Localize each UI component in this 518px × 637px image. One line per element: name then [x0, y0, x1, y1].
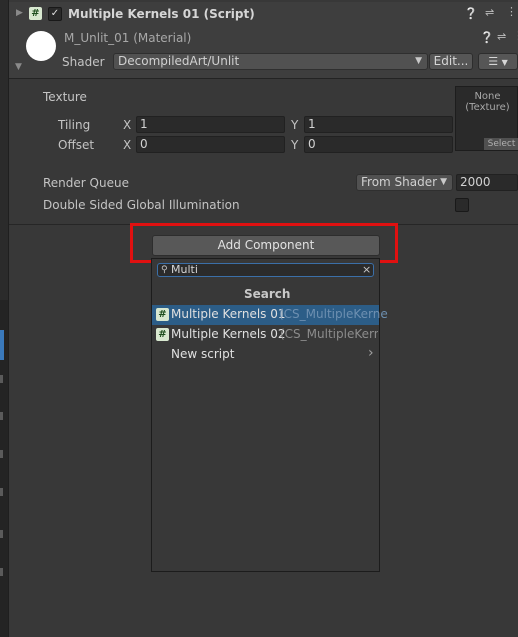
help-icon[interactable]: ❔	[464, 7, 478, 20]
render-queue-mode: From Shader	[361, 175, 438, 189]
texture-slot[interactable]: None (Texture) Select	[455, 86, 518, 151]
material-presets-icon[interactable]: ⇌	[497, 30, 506, 43]
material-header: ▼ M_Unlit_01 (Material) ❔ ⇌ ⋮ Shader Dec…	[9, 26, 518, 79]
double-sided-gi-label: Double Sided Global Illumination	[43, 198, 240, 212]
offset-y-field[interactable]: 0	[304, 136, 453, 153]
texture-label: Texture	[43, 90, 87, 104]
foldout-arrow-icon[interactable]: ▶	[16, 8, 23, 18]
result-name: Multiple Kernels 01	[171, 307, 286, 321]
texture-none-text: None	[474, 91, 501, 102]
script-component-title: Multiple Kernels 01 (Script)	[68, 7, 255, 21]
component-search-input[interactable]: ⚲ Multi ×	[157, 263, 374, 277]
chevron-down-icon: ▼	[440, 177, 447, 187]
render-queue-dropdown[interactable]: From Shader ▼	[356, 174, 453, 191]
popup-title: Search	[244, 287, 291, 301]
double-sided-gi-checkbox[interactable]	[455, 198, 469, 212]
script-icon: #	[156, 308, 169, 321]
chevron-down-icon: ▼	[415, 56, 422, 66]
material-name: M_Unlit_01 (Material)	[64, 31, 192, 45]
tiling-x-label: X	[123, 118, 132, 132]
render-queue-label: Render Queue	[43, 176, 129, 190]
chevron-down-icon: ▼	[501, 58, 508, 67]
render-queue-field[interactable]: 2000	[456, 174, 518, 191]
hierarchy-selection-marker	[0, 330, 4, 360]
presets-icon[interactable]: ⇌	[485, 6, 494, 19]
result-name: Multiple Kernels 02	[171, 327, 286, 341]
search-icon: ⚲	[161, 265, 168, 275]
list-item-multiple-kernels-02[interactable]: # Multiple Kernels 02 (CS_MultipleKerne	[152, 325, 379, 345]
offset-x-field[interactable]: 0	[136, 136, 285, 153]
component-enabled-checkbox[interactable]: ✓	[48, 7, 62, 21]
tiling-y-field[interactable]: 1	[304, 116, 453, 133]
tiling-y-label: Y	[291, 118, 299, 132]
hierarchy-marker	[0, 530, 3, 538]
hierarchy-marker	[0, 568, 3, 576]
result-script: (CS_MultipleKerne	[280, 327, 378, 341]
texture-select-button[interactable]: Select	[484, 138, 518, 150]
script-icon: #	[29, 7, 42, 20]
highlight-box	[130, 223, 398, 263]
chevron-right-icon: ›	[368, 345, 374, 361]
clear-search-icon[interactable]: ×	[362, 264, 371, 276]
material-help-icon[interactable]: ❔	[480, 31, 494, 44]
shader-dropdown[interactable]: DecompiledArt/Unlit ▼	[113, 53, 428, 70]
material-foldout-icon[interactable]: ▼	[15, 62, 22, 72]
hierarchy-marker	[0, 450, 3, 458]
offset-label: Offset	[58, 138, 95, 152]
texture-type-text: (Texture)	[465, 102, 510, 113]
hierarchy-marker	[0, 488, 3, 496]
material-more-icon[interactable]: ⋮	[513, 29, 518, 42]
list-icon: ☰	[488, 55, 499, 68]
tiling-label: Tiling	[58, 118, 91, 132]
offset-y-label: Y	[291, 138, 299, 152]
tiling-x-field[interactable]: 1	[136, 116, 285, 133]
search-value: Multi	[171, 263, 198, 276]
script-icon: #	[156, 328, 169, 341]
more-icon[interactable]: ⋮	[506, 5, 517, 18]
offset-x-label: X	[123, 138, 132, 152]
list-item-new-script[interactable]: New script ›	[152, 345, 379, 365]
hierarchy-marker	[0, 412, 3, 420]
script-component-header[interactable]: ▶ # ✓ Multiple Kernels 01 (Script) ❔ ⇌ ⋮	[9, 2, 518, 27]
hierarchy-marker	[0, 375, 3, 383]
edit-shader-button[interactable]: Edit...	[429, 53, 473, 70]
list-item-multiple-kernels-01[interactable]: # Multiple Kernels 01 (CS_MultipleKerne	[152, 305, 388, 325]
shader-label: Shader	[62, 55, 105, 69]
new-script-label: New script	[171, 347, 235, 361]
shader-value: DecompiledArt/Unlit	[118, 54, 240, 68]
result-script: (CS_MultipleKerne	[279, 307, 388, 321]
material-preview-sphere	[26, 31, 56, 61]
shader-options-button[interactable]: ☰ ▼	[478, 53, 518, 70]
